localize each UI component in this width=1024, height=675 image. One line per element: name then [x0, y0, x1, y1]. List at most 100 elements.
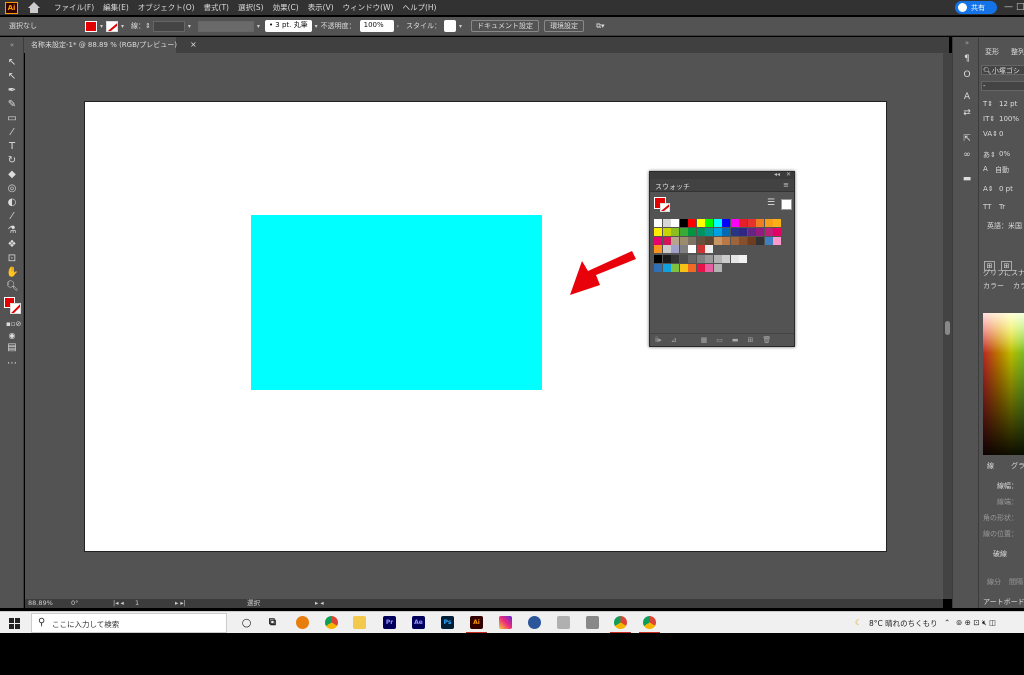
app-icon[interactable]: [586, 616, 599, 629]
small-caps-button[interactable]: Tr: [999, 203, 1005, 211]
fill-stroke-control[interactable]: [4, 297, 22, 315]
chrome-profile-icon[interactable]: [614, 616, 627, 629]
vertical-scale-value[interactable]: 100%: [999, 115, 1019, 123]
opacity-label[interactable]: 不透明度：: [321, 21, 356, 31]
swatch-cell[interactable]: [679, 219, 688, 227]
swatch-cell[interactable]: [773, 228, 781, 236]
swatch-cell[interactable]: [696, 228, 705, 236]
chrome-profile-icon[interactable]: [643, 616, 656, 629]
swatch-cell[interactable]: [722, 255, 730, 263]
arrange-icon[interactable]: ⧉▾: [596, 22, 605, 31]
illustrator-icon[interactable]: Ai: [470, 616, 483, 629]
status-menu-icon[interactable]: ▸ ◂: [315, 599, 324, 608]
swatch-cell[interactable]: [705, 245, 713, 253]
blender-icon[interactable]: [296, 616, 309, 629]
swatch-cell[interactable]: [654, 219, 662, 227]
home-icon[interactable]: [28, 1, 40, 14]
menu-effect[interactable]: 効果(C): [273, 2, 299, 13]
swatch-cell[interactable]: [730, 237, 739, 245]
app-icon[interactable]: [557, 616, 570, 629]
color-guide-tab[interactable]: カラ: [1013, 281, 1024, 291]
blend-tool-icon[interactable]: ⚗: [6, 225, 18, 237]
swatch-cell[interactable]: [654, 264, 662, 272]
opentype-icon[interactable]: O: [961, 69, 973, 81]
swatch-cell[interactable]: [747, 219, 756, 227]
collapse-icon[interactable]: »: [961, 37, 973, 49]
links-icon[interactable]: ∞: [961, 149, 973, 161]
share-button[interactable]: 共有: [955, 1, 997, 14]
menu-edit[interactable]: 編集(E): [103, 2, 129, 13]
page-number[interactable]: 1: [135, 599, 139, 608]
menu-select[interactable]: 選択(S): [238, 2, 264, 13]
swatch-cell[interactable]: [705, 264, 713, 272]
scrollbar-thumb[interactable]: [945, 321, 950, 335]
swatch-options-icon[interactable]: ▭: [716, 336, 723, 344]
close-icon[interactable]: ×: [190, 40, 197, 49]
panel-menu-icon[interactable]: ≡: [783, 181, 789, 189]
swatch-cell[interactable]: [688, 255, 696, 263]
photoshop-icon[interactable]: Ps: [441, 616, 454, 629]
paragraph-icon[interactable]: ¶: [961, 53, 973, 65]
menu-file[interactable]: ファイル(F): [54, 2, 94, 13]
swatch-cell[interactable]: [688, 219, 696, 227]
swatch-cell[interactable]: [671, 255, 679, 263]
swatch-cell[interactable]: [713, 228, 722, 236]
swatch-cell[interactable]: [679, 237, 688, 245]
swatch-cell[interactable]: [671, 245, 679, 253]
chevron-down-icon[interactable]: ▾: [188, 23, 191, 30]
swatch-cell[interactable]: [764, 237, 773, 245]
swatch-cell[interactable]: [722, 219, 730, 227]
eraser-tool-icon[interactable]: ◆: [6, 169, 18, 181]
character-styles-icon[interactable]: A: [961, 91, 973, 103]
swatch-cell[interactable]: [696, 264, 705, 272]
swatch-cell[interactable]: [764, 228, 773, 236]
swatch-cell[interactable]: [739, 219, 747, 227]
swatch-cell[interactable]: [662, 237, 671, 245]
show-hidden-icons[interactable]: ⌃: [944, 618, 950, 627]
windows-start-icon[interactable]: [9, 618, 20, 629]
swatch-cell[interactable]: [713, 264, 722, 272]
weather-text[interactable]: 8°C 晴れのちくもり: [869, 618, 938, 629]
swatch-cell[interactable]: [696, 237, 705, 245]
swatch-cell[interactable]: [730, 228, 739, 236]
symbol-sprayer-tool-icon[interactable]: ❖: [6, 239, 18, 251]
baseline-value[interactable]: 0 pt: [999, 185, 1013, 193]
artboards-tab[interactable]: アートボード: [983, 597, 1024, 607]
stroke-weight-field[interactable]: [152, 20, 185, 32]
snap-option-icon[interactable]: ⊞: [984, 261, 995, 271]
gradient-panel-tab[interactable]: グラ: [1011, 461, 1024, 471]
grid-view-icon[interactable]: [781, 199, 792, 210]
export-icon[interactable]: ⇱: [961, 133, 973, 145]
chevron-down-icon[interactable]: ▾: [100, 23, 103, 30]
app-icon[interactable]: [528, 616, 541, 629]
swatch-cell[interactable]: [679, 228, 688, 236]
stroke-swatch-icon[interactable]: [10, 303, 21, 314]
swatch-cell[interactable]: [713, 219, 722, 227]
new-group-icon[interactable]: ▬: [732, 336, 739, 344]
swatch-cell[interactable]: [739, 237, 747, 245]
taskbar-search[interactable]: ⚲ ここに入力して検索: [31, 613, 227, 633]
swatch-library-icon[interactable]: ⅱ▸: [655, 336, 662, 344]
swatch-cell[interactable]: [773, 219, 781, 227]
transform-tab[interactable]: 変形: [985, 47, 999, 57]
swatch-cell[interactable]: [671, 237, 679, 245]
document-tab[interactable]: 名称未設定-1* @ 88.89 % (RGB/プレビュー): [24, 37, 177, 53]
swatch-cell[interactable]: [705, 219, 713, 227]
language-value[interactable]: 英語：米国: [987, 221, 1022, 231]
show-kinds-icon[interactable]: ▦: [701, 336, 708, 344]
chevron-down-icon[interactable]: ▾: [121, 23, 124, 30]
swatch-cell[interactable]: [705, 237, 713, 245]
chevron-right-icon[interactable]: ›: [397, 23, 399, 30]
swatch-cell[interactable]: [739, 228, 747, 236]
comments-icon[interactable]: ▬: [961, 173, 973, 185]
drawing-mode-icon[interactable]: ◉: [6, 330, 18, 342]
font-size-value[interactable]: 12 pt: [999, 100, 1017, 108]
swatch-cell[interactable]: [688, 264, 696, 272]
zoom-tool-icon[interactable]: 🔍︎: [6, 281, 19, 293]
swatch-cell[interactable]: [722, 237, 730, 245]
screen-mode-icon[interactable]: ▤: [6, 342, 18, 354]
file-explorer-icon[interactable]: [353, 616, 366, 629]
chrome-icon[interactable]: [325, 616, 338, 629]
swatch-cell[interactable]: [773, 237, 781, 245]
artboard-tool-icon[interactable]: ⊡: [6, 253, 18, 265]
